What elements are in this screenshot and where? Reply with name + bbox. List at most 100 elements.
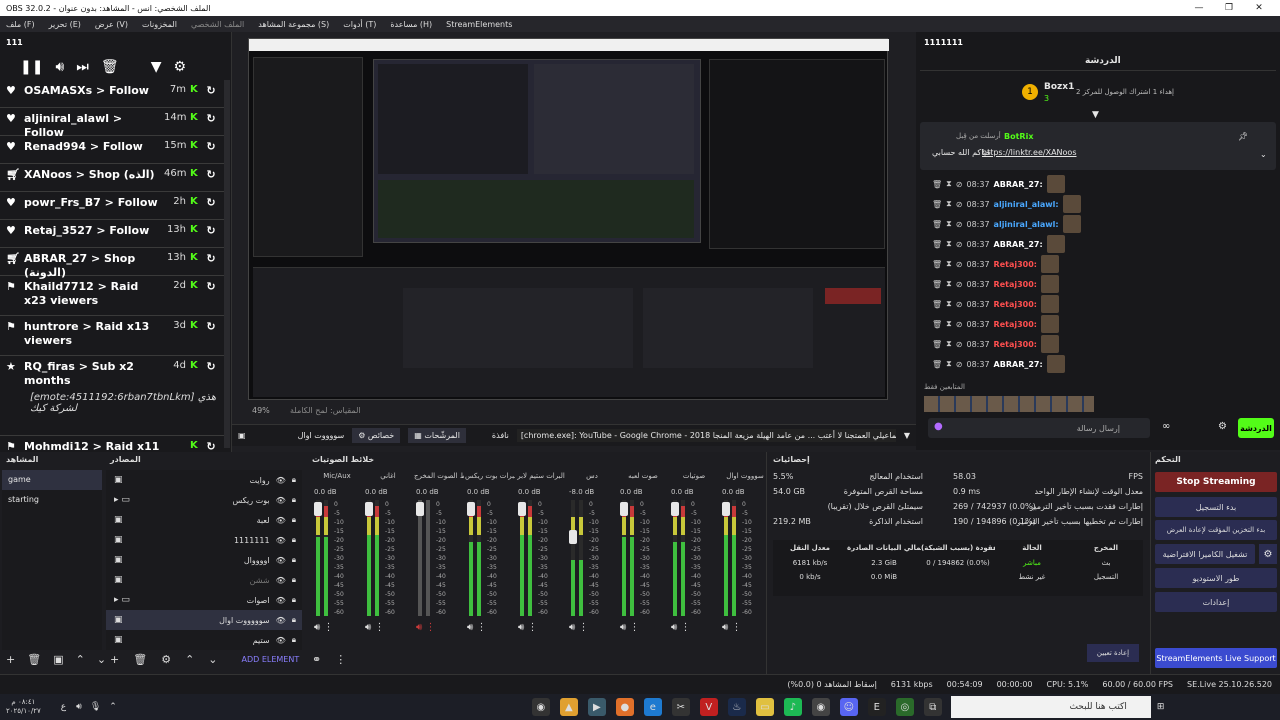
chat-username[interactable]: Retaj300:: [994, 340, 1037, 349]
obs-active-icon[interactable]: ◉: [811, 698, 830, 716]
filters-button[interactable]: ▦ المرشّحات: [408, 428, 466, 443]
trash-icon[interactable]: 🗑︎: [133, 653, 147, 666]
menu-view[interactable]: عرض (V): [95, 20, 128, 29]
trash-icon[interactable]: 🗑︎: [932, 320, 942, 329]
activity-item[interactable]: ♥ aljiniral_alawl > Follow 14m K ↻: [0, 108, 224, 139]
ban-icon[interactable]: ⊘: [956, 340, 963, 349]
volume-slider[interactable]: [467, 502, 475, 516]
link-icon[interactable]: ∞: [1162, 421, 1170, 432]
trash-icon[interactable]: 🗑︎: [101, 59, 119, 75]
speaker-icon[interactable]: 🔊︎ ⋮: [467, 622, 486, 633]
virtual-camera-button[interactable]: تشغيل الكاميرا الافتراضية: [1155, 544, 1255, 564]
source-item[interactable]: ▣ سوووووت اوال 👁︎ 🔒︎: [106, 610, 302, 630]
volume-slider[interactable]: [569, 530, 577, 544]
lock-icon[interactable]: 🔒︎: [292, 575, 296, 585]
timeout-icon[interactable]: ⧗: [946, 299, 952, 309]
taskbar-search[interactable]: اكتب هنا للبحث: [950, 696, 1151, 718]
volume-slider[interactable]: [518, 502, 526, 516]
trash-icon[interactable]: 🗑︎: [932, 180, 942, 189]
chat-input[interactable]: إرسال رسالة: [928, 418, 1150, 438]
ban-icon[interactable]: ⊘: [956, 260, 963, 269]
folder-icon[interactable]: ▭: [755, 698, 774, 716]
replay-buffer-button[interactable]: بدء التخزين المؤقت لإعادة العرض: [1155, 520, 1277, 540]
lock-icon[interactable]: 🔒︎: [292, 515, 296, 525]
window-select[interactable]: [chrome.exe]: YouTube - Google Chrome - …: [516, 429, 896, 442]
maximize-button[interactable]: ❐: [1214, 3, 1244, 13]
speaker-icon[interactable]: 🔊︎ ⋮: [569, 622, 588, 633]
timeout-icon[interactable]: ⧗: [946, 339, 952, 349]
voice-icon[interactable]: V: [699, 698, 718, 716]
menu-edit[interactable]: تحرير (E): [49, 20, 81, 29]
eye-icon[interactable]: 👁︎: [276, 476, 286, 485]
speaker-icon[interactable]: 🔊︎ ⋮: [416, 622, 435, 633]
activity-item[interactable]: 🛒︎ ABRAR_27 > Shop (الدونة) 13h K ↻: [0, 248, 224, 279]
eye-icon[interactable]: 👁︎: [276, 536, 286, 545]
lock-icon[interactable]: 🔒︎: [292, 635, 296, 645]
chat-username[interactable]: ABRAR_27:: [994, 240, 1043, 249]
firefox-icon[interactable]: ●: [615, 698, 634, 716]
app-icon[interactable]: ▶: [587, 698, 606, 716]
speaker-icon[interactable]: 🔊︎ ⋮: [722, 622, 741, 633]
timeout-icon[interactable]: ⧗: [946, 259, 952, 269]
discord-icon[interactable]: ☺: [839, 698, 858, 716]
eye-icon[interactable]: 👁︎: [276, 596, 286, 605]
source-item[interactable]: ▣ 1111111 👁︎ 🔒︎: [106, 530, 302, 550]
timeout-icon[interactable]: ⧗: [946, 319, 952, 329]
activity-item[interactable]: ⚑ Khaild7712 > Raid x23 viewers 2d K ↻: [0, 276, 224, 316]
expand-icon[interactable]: ▼: [1092, 110, 1099, 120]
replay-icon[interactable]: ↻: [204, 168, 218, 181]
trash-icon[interactable]: 🗑︎: [932, 240, 942, 249]
replay-icon[interactable]: ↻: [204, 252, 218, 265]
timeout-icon[interactable]: ⧗: [946, 219, 952, 229]
chat-username[interactable]: aljiniral_alawl:: [994, 220, 1059, 229]
timeout-icon[interactable]: ⧗: [946, 239, 952, 249]
scene-item[interactable]: game: [2, 470, 102, 490]
chrome-icon[interactable]: ◎: [895, 698, 914, 716]
trash-icon[interactable]: 🗑︎: [932, 200, 942, 209]
trash-icon[interactable]: 🗑︎: [932, 220, 942, 229]
chat-username[interactable]: Retaj300:: [994, 260, 1037, 269]
stop-streaming-button[interactable]: Stop Streaming: [1155, 472, 1277, 492]
trash-icon[interactable]: 🗑︎: [932, 300, 942, 309]
trash-icon[interactable]: 🗑︎: [932, 360, 942, 369]
source-item[interactable]: ▸ ▭ بوت ريكس 👁︎ 🔒︎: [106, 490, 302, 510]
vlc-icon[interactable]: ▲: [559, 698, 578, 716]
reset-button[interactable]: إعادة تعيين: [1087, 644, 1139, 662]
program-preview[interactable]: [248, 38, 889, 400]
chevron-up-icon[interactable]: ⌃: [76, 653, 85, 666]
menu-scene-collection[interactable]: مجموعة المشاهد (S): [258, 20, 329, 29]
menu-help[interactable]: مساعدة (H): [390, 20, 432, 29]
trash-icon[interactable]: 🗑︎: [932, 260, 942, 269]
chat-send-button[interactable]: الدردشة: [1238, 418, 1274, 438]
eye-icon[interactable]: 👁︎: [276, 576, 286, 585]
start-recording-button[interactable]: بدء التسجيل: [1155, 497, 1277, 517]
speaker-icon[interactable]: 🔊︎ ⋮: [671, 622, 690, 633]
epic-icon[interactable]: E: [867, 698, 886, 716]
replay-icon[interactable]: ↻: [204, 224, 218, 237]
add-icon[interactable]: +: [110, 653, 119, 666]
filter-icon[interactable]: ▣: [53, 653, 63, 666]
volume-slider[interactable]: [416, 502, 424, 516]
pause-icon[interactable]: ❚❚: [20, 59, 43, 75]
timeout-icon[interactable]: ⧗: [946, 179, 952, 189]
mic-icon[interactable]: ●: [934, 421, 943, 432]
lock-icon[interactable]: 🔒︎: [292, 475, 296, 485]
chevron-down-icon[interactable]: ▼: [904, 431, 910, 440]
lock-icon[interactable]: 🔒︎: [292, 495, 296, 505]
activity-item[interactable]: 🛒︎ XANoos > Shop (الذه) 46m K ↻: [0, 164, 224, 192]
ban-icon[interactable]: ⊘: [956, 320, 963, 329]
chevron-down-icon[interactable]: ⌄: [208, 653, 217, 666]
chevron-up-icon[interactable]: ⌃: [185, 653, 194, 666]
replay-icon[interactable]: ↻: [204, 360, 218, 373]
trash-icon[interactable]: 🗑︎: [932, 340, 942, 349]
capcut-icon[interactable]: ✂: [671, 698, 690, 716]
volume-icon[interactable]: 🔊︎: [76, 702, 82, 712]
language-icon[interactable]: ع: [61, 702, 66, 712]
chat-username[interactable]: Retaj300:: [994, 280, 1037, 289]
replay-icon[interactable]: ↻: [204, 280, 218, 293]
lock-icon[interactable]: 🔒︎: [292, 535, 296, 545]
filter-icon[interactable]: ▼: [151, 59, 162, 75]
eye-icon[interactable]: 👁︎: [276, 616, 286, 625]
chat-username[interactable]: Retaj300:: [994, 300, 1037, 309]
ban-icon[interactable]: ⊘: [956, 220, 963, 229]
